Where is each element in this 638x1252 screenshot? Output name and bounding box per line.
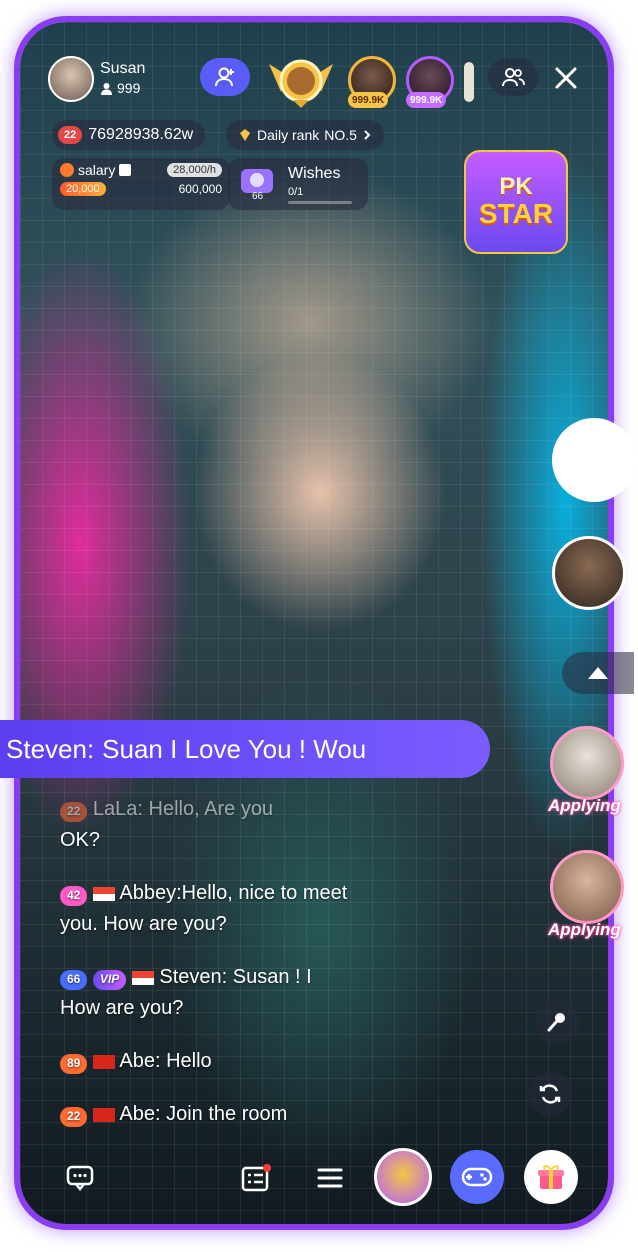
host-name: Susan xyxy=(100,60,146,77)
flag-icon xyxy=(92,1054,115,1069)
salary-target: 600,000 xyxy=(178,182,222,196)
gift-box-icon xyxy=(538,1165,564,1189)
applicant-1-avatar[interactable] xyxy=(550,726,624,800)
flag-icon xyxy=(131,970,154,985)
applicant-2-avatar[interactable] xyxy=(550,850,624,924)
applicant-1-status: Applying xyxy=(548,796,621,815)
chat-user[interactable]: Abe: xyxy=(119,1103,160,1125)
rank-crest[interactable] xyxy=(263,52,339,110)
triangle-up-icon xyxy=(588,667,608,679)
chat-level-badge: 22 xyxy=(60,801,88,822)
daily-rank-label: Daily rank xyxy=(257,127,320,143)
chat-message: 22 Abe: Join the room xyxy=(60,1099,440,1130)
wishes-info: Wishes 0/1 xyxy=(288,165,352,204)
checklist-icon xyxy=(241,1164,271,1192)
gold-crest-icon xyxy=(269,59,333,108)
chat-level-badge: 89 xyxy=(60,1053,88,1074)
close-icon xyxy=(555,67,577,89)
chat-level-badge: 66 xyxy=(60,969,88,990)
coins-level: 22 xyxy=(58,126,83,144)
camera-flip-button[interactable] xyxy=(528,1072,572,1116)
audience-button[interactable] xyxy=(488,58,538,96)
chat-user[interactable]: Abbey: xyxy=(119,882,181,904)
chat-message: 42 Abbey:Hello, nice to meet xyxy=(60,878,440,909)
salary-panel[interactable]: salary 28,000/h 20,000 600,000 xyxy=(52,158,230,210)
chat-level-badge: 22 xyxy=(60,1106,88,1127)
side-panel-handle[interactable] xyxy=(552,418,636,502)
diamond-icon xyxy=(240,129,250,141)
daily-rank-pill[interactable]: Daily rank NO.5 xyxy=(226,120,384,150)
hamburger-menu-icon xyxy=(317,1168,343,1188)
chat-text: Hello, Are you xyxy=(148,798,274,820)
phone-frame: Susan 999 999.9K 999.9K 22 76928938.62w … xyxy=(14,16,614,1230)
guest-avatar[interactable] xyxy=(552,536,626,610)
chat-message: 66 VIP Steven: Susan ! I xyxy=(60,962,440,993)
host-fans-count: 999 xyxy=(117,80,141,96)
close-button[interactable] xyxy=(552,64,580,92)
mic-button[interactable] xyxy=(535,1000,579,1044)
gift-button[interactable] xyxy=(524,1150,578,1204)
pk-star-button[interactable]: PK STAR xyxy=(464,150,568,254)
users-icon xyxy=(502,68,525,87)
chat-text: Susan ! I xyxy=(232,966,312,988)
person-icon xyxy=(101,82,112,95)
flag-icon xyxy=(92,886,115,901)
chat-text: Hello xyxy=(166,1050,212,1072)
chat-message: 22 LaLa: Hello, Are you xyxy=(60,794,440,825)
chat-text: Join the room xyxy=(166,1103,288,1125)
gift-shop-button[interactable] xyxy=(374,1148,432,1206)
salary-rate: 28,000/h xyxy=(167,163,222,177)
wishes-progress: 0/1 xyxy=(288,185,304,198)
coins-amount: 76928938.62w xyxy=(88,126,194,143)
menu-button[interactable] xyxy=(310,1158,350,1198)
gamepad-icon xyxy=(461,1167,493,1187)
salary-info-icon xyxy=(119,164,132,176)
salary-progress-row: 20,000 600,000 xyxy=(60,182,222,196)
host-avatar[interactable] xyxy=(48,56,94,102)
chat-user[interactable]: Steven: xyxy=(159,966,227,988)
salary-row: salary 28,000/h xyxy=(60,162,222,178)
chat-message-cont: How are you? xyxy=(60,997,184,1019)
collapse-button[interactable] xyxy=(562,652,634,694)
user-plus-icon xyxy=(215,67,234,87)
star-label: STAR xyxy=(478,198,554,229)
chat-message-cont: OK? xyxy=(60,829,101,851)
top-viewer-3-edge xyxy=(464,62,474,102)
game-button[interactable] xyxy=(450,1150,504,1204)
chat-list: 22 LaLa: Hello, Are you OK? 42 Abbey:Hel… xyxy=(60,794,440,1130)
applicant-2-status: Applying xyxy=(548,920,621,939)
gift-banner-user: Steven: xyxy=(6,733,95,764)
gift-banner[interactable]: Steven: Suan I Love You ! Wou xyxy=(0,720,490,778)
camera-flip-icon xyxy=(539,1084,561,1104)
vip-badge: VIP xyxy=(92,969,127,990)
wishes-panel[interactable]: 66 Wishes 0/1 xyxy=(228,158,368,210)
salary-current: 20,000 xyxy=(60,182,106,196)
microphone-icon xyxy=(547,1013,565,1032)
chat-message: 89 Abe: Hello xyxy=(60,1046,440,1077)
flag-icon xyxy=(92,1107,115,1122)
chat-button[interactable] xyxy=(60,1158,100,1198)
top-viewer-1-value: 999.9K xyxy=(348,92,389,108)
wish-gift: 66 xyxy=(236,163,278,205)
daily-rank-value: NO.5 xyxy=(324,127,357,143)
pk-label: PK xyxy=(499,173,533,200)
chat-message-cont: you. How are you? xyxy=(60,913,227,935)
chevron-right-icon xyxy=(364,130,371,140)
chat-text: Hello, nice to meet xyxy=(181,882,348,904)
chat-user[interactable]: Abe: xyxy=(119,1050,160,1072)
chat-level-badge: 42 xyxy=(60,885,88,906)
wishes-progress-bar xyxy=(288,200,352,204)
coins-pill[interactable]: 22 76928938.62w xyxy=(52,120,206,150)
coin-icon xyxy=(60,163,74,177)
salary-label: salary xyxy=(78,162,116,178)
follow-button[interactable] xyxy=(200,58,250,96)
host-fans: 999 xyxy=(100,80,140,96)
chat-user[interactable]: LaLa: xyxy=(93,798,143,820)
chat-bubble-icon xyxy=(66,1165,94,1191)
tasks-button[interactable] xyxy=(236,1158,276,1198)
gift-banner-text: Suan I Love You ! Wou xyxy=(102,733,367,764)
top-viewer-2-value: 999.9K xyxy=(406,92,447,108)
wishes-label: Wishes xyxy=(288,164,341,182)
wish-gift-count: 66 xyxy=(252,191,264,202)
